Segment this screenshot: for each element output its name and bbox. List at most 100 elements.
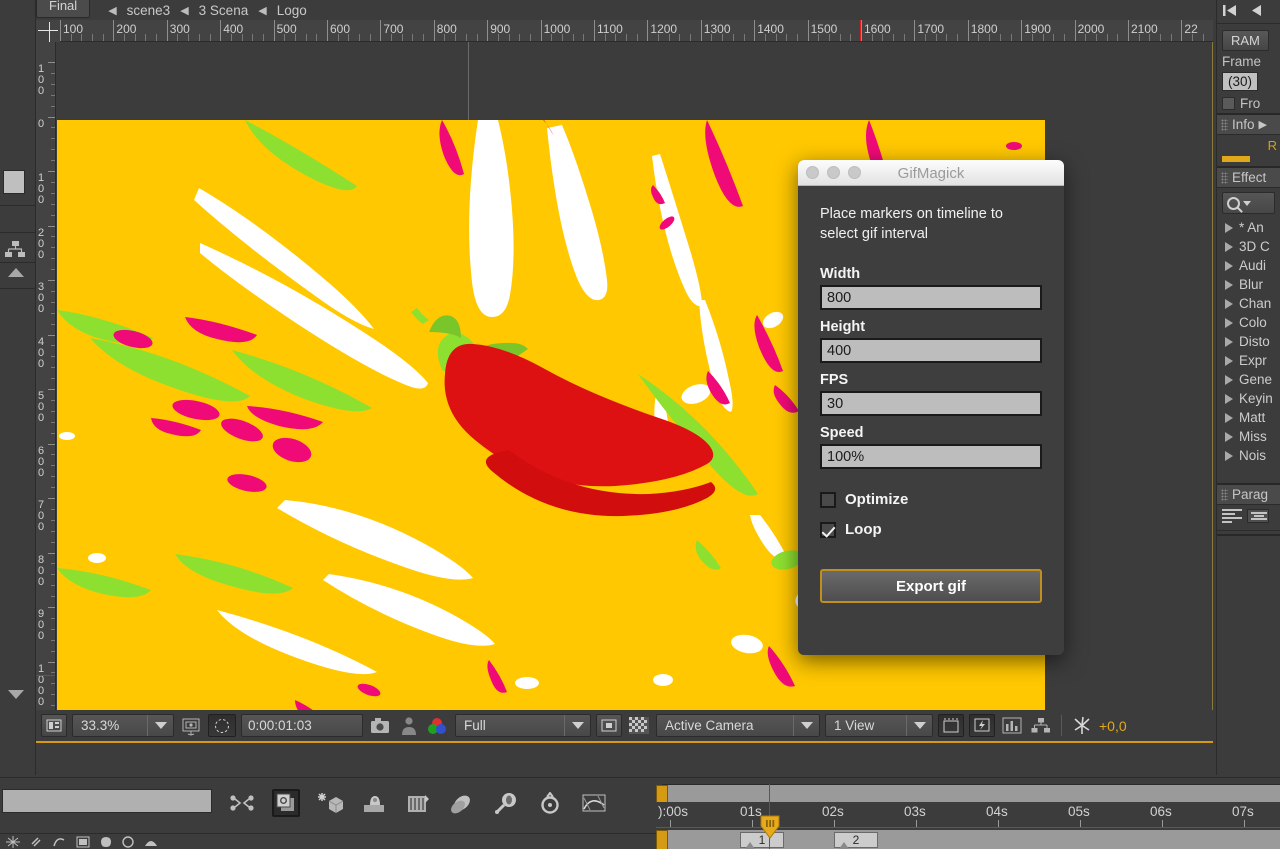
dialog-titlebar[interactable]: GifMagick — [798, 160, 1064, 186]
audio-icon[interactable] — [30, 836, 42, 848]
first-frame-icon[interactable] — [1222, 4, 1238, 17]
timeline-marker-2[interactable]: 2 — [834, 832, 878, 848]
collapse-down-icon[interactable] — [8, 690, 24, 699]
show-channel-icon[interactable] — [426, 714, 450, 737]
fast-preview-icon[interactable] — [969, 714, 995, 737]
guides-icon[interactable] — [938, 714, 964, 737]
effects-category-row[interactable]: Nois — [1217, 446, 1280, 465]
disclosure-triangle-icon[interactable] — [1225, 432, 1233, 442]
work-area-start-handle[interactable] — [656, 785, 668, 803]
fps-input[interactable]: 30 — [820, 391, 1042, 416]
effects-category-row[interactable]: Colo — [1217, 313, 1280, 332]
ram-preview-button[interactable]: RAM — [1222, 30, 1269, 51]
disclosure-triangle-icon[interactable] — [1225, 337, 1233, 347]
horizontal-ruler[interactable]: 1002003004005006007008009001000110012001… — [36, 20, 1213, 42]
effects-category-row[interactable]: 3D C — [1217, 237, 1280, 256]
chevron-down-icon[interactable] — [906, 715, 932, 736]
disclosure-triangle-icon[interactable] — [1225, 261, 1233, 271]
view-layout-select[interactable]: 1 View — [825, 714, 933, 737]
exposure-value[interactable]: +0,0 — [1099, 718, 1127, 734]
chevron-down-icon[interactable] — [147, 715, 173, 736]
chevron-down-icon[interactable] — [793, 715, 819, 736]
disclosure-triangle-icon[interactable] — [1225, 451, 1233, 461]
rotobrush-icon[interactable] — [360, 789, 388, 817]
effects-search-input[interactable] — [1222, 192, 1275, 214]
show-snapshot-icon[interactable] — [397, 714, 421, 737]
loop-checkbox[interactable] — [820, 522, 836, 538]
disclosure-triangle-icon[interactable] — [1225, 375, 1233, 385]
width-input[interactable]: 800 — [820, 285, 1042, 310]
align-center-icon[interactable] — [1247, 509, 1269, 523]
exposure-icon[interactable] — [1070, 714, 1094, 737]
vertical-ruler[interactable]: 10001002003004005006007008009001000 — [36, 42, 56, 710]
effects-category-row[interactable]: Miss — [1217, 427, 1280, 446]
region-of-interest-icon[interactable] — [41, 714, 67, 737]
timeline-icon[interactable] — [1000, 714, 1024, 737]
optimize-checkbox[interactable] — [820, 492, 836, 508]
frame-blend-icon[interactable] — [76, 836, 90, 848]
prev-frame-icon[interactable] — [1250, 4, 1263, 17]
loop-checkbox-row[interactable]: Loop — [820, 521, 1042, 538]
disclosure-triangle-icon[interactable] — [1225, 394, 1233, 404]
from-current-time-checkbox[interactable] — [1222, 97, 1235, 110]
new-3d-layer-icon[interactable] — [316, 789, 344, 817]
timeline-work-area[interactable] — [662, 784, 1280, 802]
clone-stamp-icon[interactable] — [448, 789, 476, 817]
zoom-level-select[interactable]: 33.3% — [72, 714, 174, 737]
breadcrumb-item-1[interactable]: 3 Scena — [199, 3, 249, 18]
effects-category-row[interactable]: * An — [1217, 218, 1280, 237]
optimize-checkbox-row[interactable]: Optimize — [820, 491, 1042, 508]
breadcrumb-tab-final[interactable]: Final — [36, 0, 90, 18]
motion-blur-icon[interactable] — [6, 836, 20, 848]
layer-start-handle[interactable] — [656, 830, 668, 849]
timecode-display[interactable]: 0:00:01:03 — [241, 714, 363, 737]
toggle-mask-icon[interactable] — [208, 714, 236, 737]
shy-icon[interactable] — [52, 836, 66, 848]
breadcrumb-item-0[interactable]: scene3 — [127, 3, 171, 18]
link-icon[interactable] — [228, 789, 256, 817]
brush-icon[interactable] — [492, 789, 520, 817]
resolution-select[interactable]: Full — [455, 714, 591, 737]
ruler-origin-handle[interactable] — [36, 20, 60, 42]
effects-category-row[interactable]: Blur — [1217, 275, 1280, 294]
transparency-grid-icon[interactable] — [627, 714, 651, 737]
align-left-icon[interactable] — [1222, 509, 1242, 523]
speed-input[interactable]: 100% — [820, 444, 1042, 469]
close-dot-icon[interactable] — [806, 166, 819, 179]
disclosure-triangle-icon[interactable] — [1225, 299, 1233, 309]
effects-category-row[interactable]: Keyin — [1217, 389, 1280, 408]
minimize-dot-icon[interactable] — [827, 166, 840, 179]
panel-menu-icon[interactable]: ▶ — [1259, 118, 1267, 131]
graph-editor-icon[interactable] — [580, 789, 608, 817]
eraser-icon[interactable] — [536, 789, 564, 817]
effects-category-row[interactable]: Gene — [1217, 370, 1280, 389]
chevron-down-icon[interactable] — [564, 715, 590, 736]
gifmagick-dialog[interactable]: GifMagick Place markers on timeline to s… — [798, 160, 1064, 655]
frame-rate-value[interactable]: (30) — [1222, 72, 1258, 91]
disclosure-triangle-icon[interactable] — [1225, 318, 1233, 328]
effects-category-row[interactable]: Expr — [1217, 351, 1280, 370]
flowchart-icon[interactable] — [4, 240, 26, 260]
timeline-search-input[interactable] — [2, 789, 212, 813]
disclosure-triangle-icon[interactable] — [1225, 356, 1233, 366]
quality-wireframe-icon[interactable] — [144, 836, 158, 848]
region-interest-icon[interactable] — [596, 714, 622, 737]
timeline-layer-track[interactable]: 1 2 — [662, 830, 1280, 849]
quality-best-icon[interactable] — [122, 836, 134, 848]
disclosure-triangle-icon[interactable] — [1225, 242, 1233, 252]
camera-view-select[interactable]: Active Camera — [656, 714, 820, 737]
timeline-time-ruler[interactable]: ):00s01s02s03s04s05s06s07s — [656, 802, 1280, 828]
disclosure-triangle-icon[interactable] — [1225, 413, 1233, 423]
panel-grip-icon[interactable] — [1221, 172, 1228, 184]
panel-grip-icon[interactable] — [1221, 119, 1228, 131]
export-gif-button[interactable]: Export gif — [820, 569, 1042, 603]
effects-category-row[interactable]: Matt — [1217, 408, 1280, 427]
panel-grip-icon[interactable] — [1221, 489, 1228, 501]
disclosure-triangle-icon[interactable] — [1225, 280, 1233, 290]
flowchart-icon[interactable] — [1029, 714, 1053, 737]
effects-category-list[interactable]: * An3D CAudiBlurChanColoDistoExprGeneKey… — [1217, 218, 1280, 465]
effects-category-row[interactable]: Audi — [1217, 256, 1280, 275]
playhead-icon[interactable] — [759, 814, 781, 838]
puppet-pin-icon[interactable] — [404, 789, 432, 817]
composition-icon[interactable] — [272, 789, 300, 817]
